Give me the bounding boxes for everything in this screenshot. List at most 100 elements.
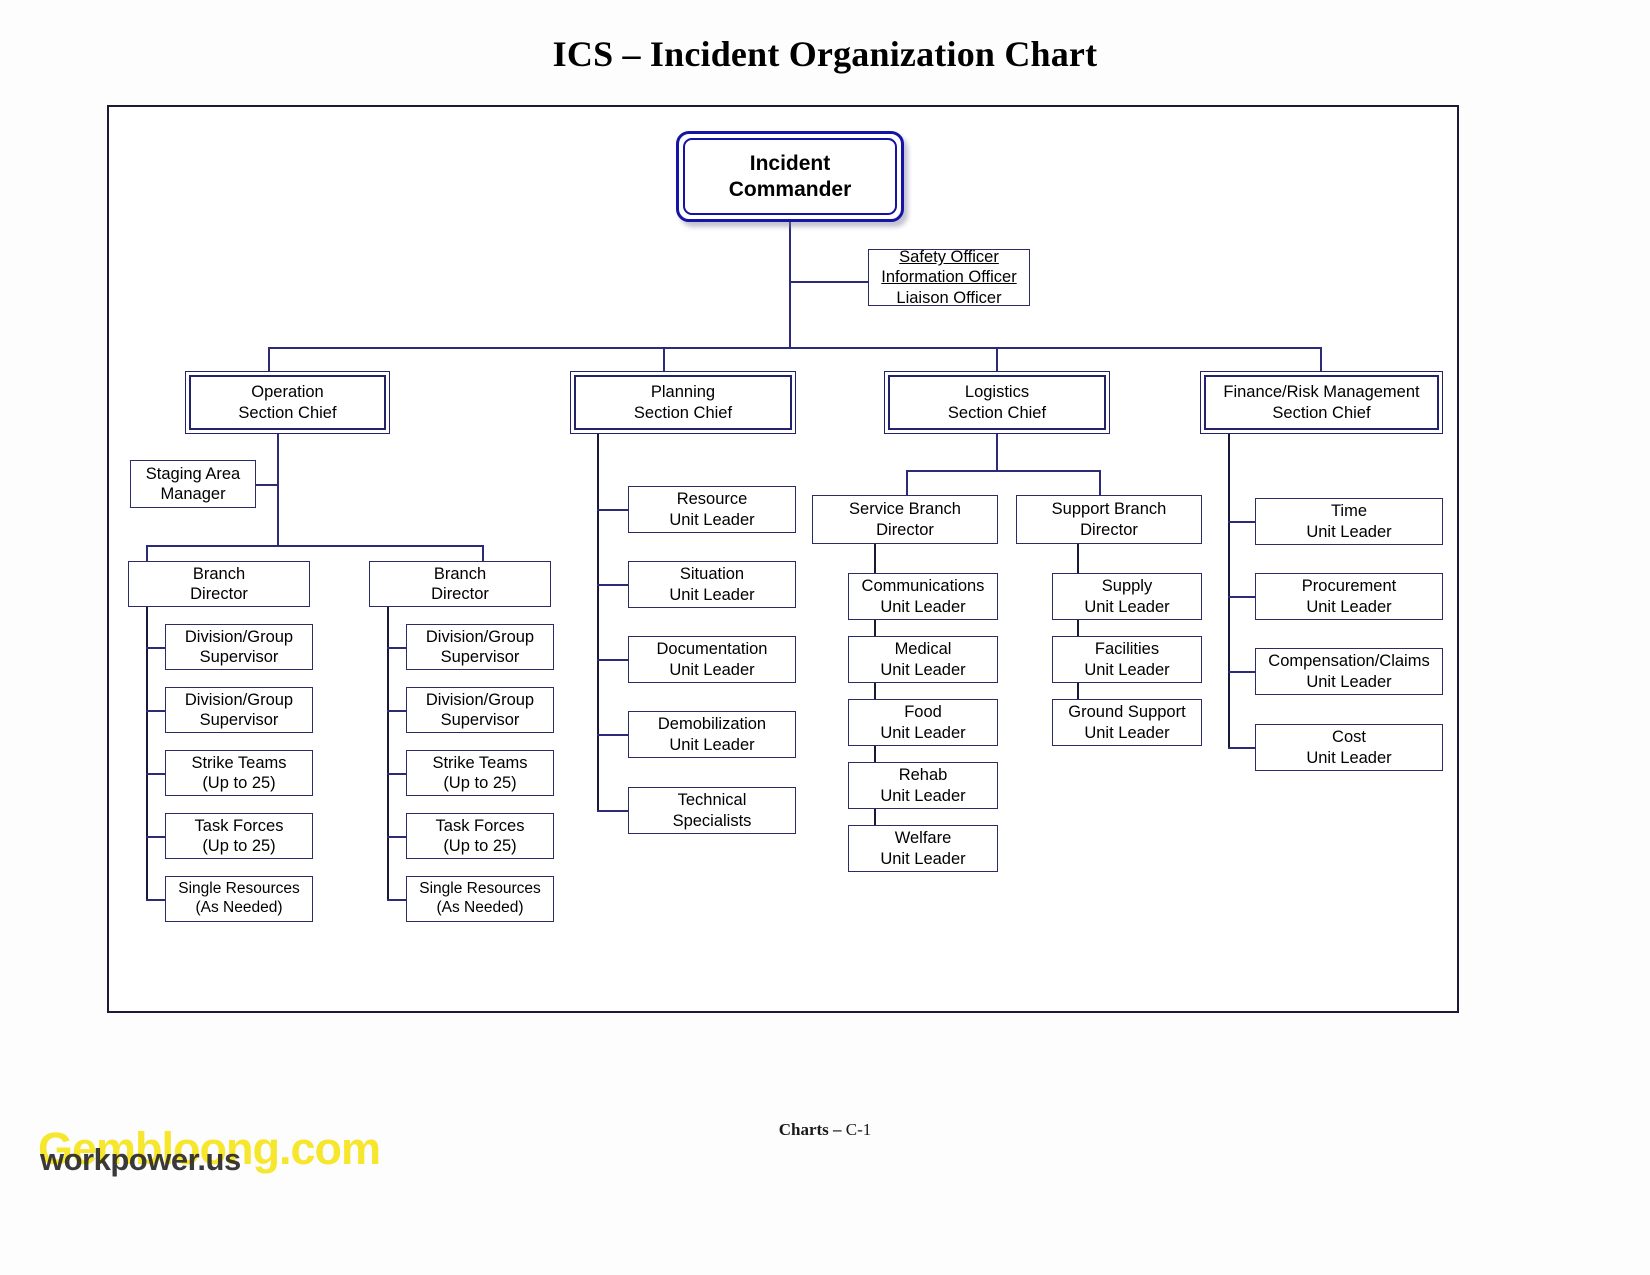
connector-bus-drop-logistics [996,347,998,371]
node-planning-situation-unit-leader[interactable]: Situation Unit Leader [628,561,796,608]
ops2-strike-line-1: Strike Teams [432,753,528,772]
node-finance-cost-unit-leader[interactable]: Cost Unit Leader [1255,724,1443,771]
support-facilities-line-2: Unit Leader [1084,660,1170,679]
command-staff-liaison-officer: Liaison Officer [896,288,1002,307]
planning-situation-line-2: Unit Leader [669,585,755,604]
incident-commander-line-2: Commander [728,177,852,201]
service-rehab-line-2: Unit Leader [880,786,966,805]
node-incident-commander[interactable]: Incident Commander [676,131,904,222]
connector-support-branch-drop [1099,470,1101,495]
planning-documentation-line-1: Documentation [656,640,768,659]
node-service-food-unit-leader[interactable]: Food Unit Leader [848,699,998,746]
ops1-div-1-line-1: Division/Group [184,627,294,646]
node-planning-section-chief[interactable]: Planning Section Chief [570,371,796,434]
node-ops2-division-supervisor-1[interactable]: Division/Group Supervisor [406,624,554,670]
connector-finance-stub-3 [1228,671,1256,673]
support-facilities-line-1: Facilities [1094,640,1160,659]
connector-finance-spine [1228,434,1230,749]
ops1-div-1-line-2: Supervisor [199,648,279,666]
node-planning-resource-unit-leader[interactable]: Resource Unit Leader [628,486,796,533]
node-service-branch-director[interactable]: Service Branch Director [812,495,998,544]
node-branch-director-2[interactable]: Branch Director [369,561,551,607]
node-finance-compensation-unit-leader[interactable]: Compensation/Claims Unit Leader [1255,648,1443,695]
planning-chief-line-2: Section Chief [633,403,733,422]
connector-logistics-trunk [996,434,998,470]
incident-commander-line-1: Incident [749,151,831,175]
connector-planning-stub-1 [597,509,629,511]
planning-resource-line-1: Resource [676,490,748,509]
planning-technical-line-2: Specialists [672,811,752,830]
node-finance-procurement-unit-leader[interactable]: Procurement Unit Leader [1255,573,1443,620]
node-service-communications-unit-leader[interactable]: Communications Unit Leader [848,573,998,620]
node-ops1-division-supervisor-1[interactable]: Division/Group Supervisor [165,624,313,670]
node-support-ground-unit-leader[interactable]: Ground Support Unit Leader [1052,699,1202,746]
node-ops2-division-supervisor-2[interactable]: Division/Group Supervisor [406,687,554,733]
ops1-div-2-line-2: Supervisor [199,711,279,729]
command-staff-safety-officer: Safety Officer [899,248,999,267]
node-branch-director-1[interactable]: Branch Director [128,561,310,607]
operations-chief-line-2: Section Chief [238,403,337,422]
ops1-strike-line-2: (Up to 25) [202,774,276,792]
service-medical-line-1: Medical [894,640,952,659]
node-planning-demobilization-unit-leader[interactable]: Demobilization Unit Leader [628,711,796,758]
node-ops1-division-supervisor-2[interactable]: Division/Group Supervisor [165,687,313,733]
connector-ic-trunk [789,222,791,348]
connector-planning-stub-2 [597,584,629,586]
watermark-workpower: workpower.us [40,1142,241,1177]
service-food-line-1: Food [904,703,942,722]
branch-director-2-line-2: Director [431,585,489,603]
node-ops2-strike-teams[interactable]: Strike Teams (Up to 25) [406,750,554,796]
page-title: ICS – Incident Organization Chart [552,34,1098,74]
service-food-line-2: Unit Leader [880,723,966,742]
finance-cost-line-2: Unit Leader [1306,748,1392,767]
node-ops1-single-resources[interactable]: Single Resources (As Needed) [165,876,313,922]
branch-director-1-line-2: Director [190,585,248,603]
connector-branch1-drop [146,545,148,562]
logistics-chief-line-2: Section Chief [947,403,1047,422]
node-staging-area-manager[interactable]: Staging Area Manager [130,460,256,508]
connector-branch1-stub-5 [146,899,166,901]
node-command-staff[interactable]: Safety Officer Information Officer Liais… [868,248,1030,307]
node-ops2-single-resources[interactable]: Single Resources (As Needed) [406,876,554,922]
connector-service-branch-drop [906,470,908,495]
connector-finance-stub-4 [1228,747,1256,749]
support-branch-line-2: Director [1080,520,1138,539]
connector-bus-drop-finance [1320,347,1322,371]
connector-planning-stub-5 [597,810,629,812]
connector-branch2-stub-4 [387,836,407,838]
ops1-task-line-2: (Up to 25) [202,837,276,855]
connector-branch1-stub-1 [146,647,166,649]
node-logistics-section-chief[interactable]: Logistics Section Chief [884,371,1110,434]
planning-situation-line-1: Situation [679,565,745,584]
footer-rest: C-1 [841,1120,872,1139]
node-service-rehab-unit-leader[interactable]: Rehab Unit Leader [848,762,998,809]
node-ops1-strike-teams[interactable]: Strike Teams (Up to 25) [165,750,313,796]
connector-branch1-spine [146,606,148,901]
finance-compensation-line-1: Compensation/Claims [1268,652,1430,671]
connector-finance-stub-2 [1228,596,1256,598]
node-finance-time-unit-leader[interactable]: Time Unit Leader [1255,498,1443,545]
ops2-div-2-line-1: Division/Group [425,690,535,709]
finance-cost-line-1: Cost [1332,728,1366,747]
node-finance-section-chief[interactable]: Finance/Risk Management Section Chief [1200,371,1443,434]
node-support-supply-unit-leader[interactable]: Supply Unit Leader [1052,573,1202,620]
connector-operations-branch-bus [146,545,483,547]
node-operations-section-chief[interactable]: Operation Section Chief [185,371,390,434]
planning-resource-line-2: Unit Leader [669,510,755,529]
service-branch-line-1: Service Branch [849,500,961,519]
service-rehab-line-1: Rehab [898,766,948,785]
node-support-branch-director[interactable]: Support Branch Director [1016,495,1202,544]
node-service-welfare-unit-leader[interactable]: Welfare Unit Leader [848,825,998,872]
connector-logistics-branch-bus [906,470,1100,472]
support-ground-line-1: Ground Support [1068,703,1186,722]
ops2-div-1-line-2: Supervisor [440,648,520,666]
support-supply-line-2: Unit Leader [1084,597,1170,616]
node-service-medical-unit-leader[interactable]: Medical Unit Leader [848,636,998,683]
node-planning-documentation-unit-leader[interactable]: Documentation Unit Leader [628,636,796,683]
connector-planning-stub-4 [597,734,629,736]
connector-section-bus [268,347,1321,349]
node-support-facilities-unit-leader[interactable]: Facilities Unit Leader [1052,636,1202,683]
node-ops1-task-forces[interactable]: Task Forces (Up to 25) [165,813,313,859]
node-ops2-task-forces[interactable]: Task Forces (Up to 25) [406,813,554,859]
node-planning-technical-specialists[interactable]: Technical Specialists [628,787,796,834]
